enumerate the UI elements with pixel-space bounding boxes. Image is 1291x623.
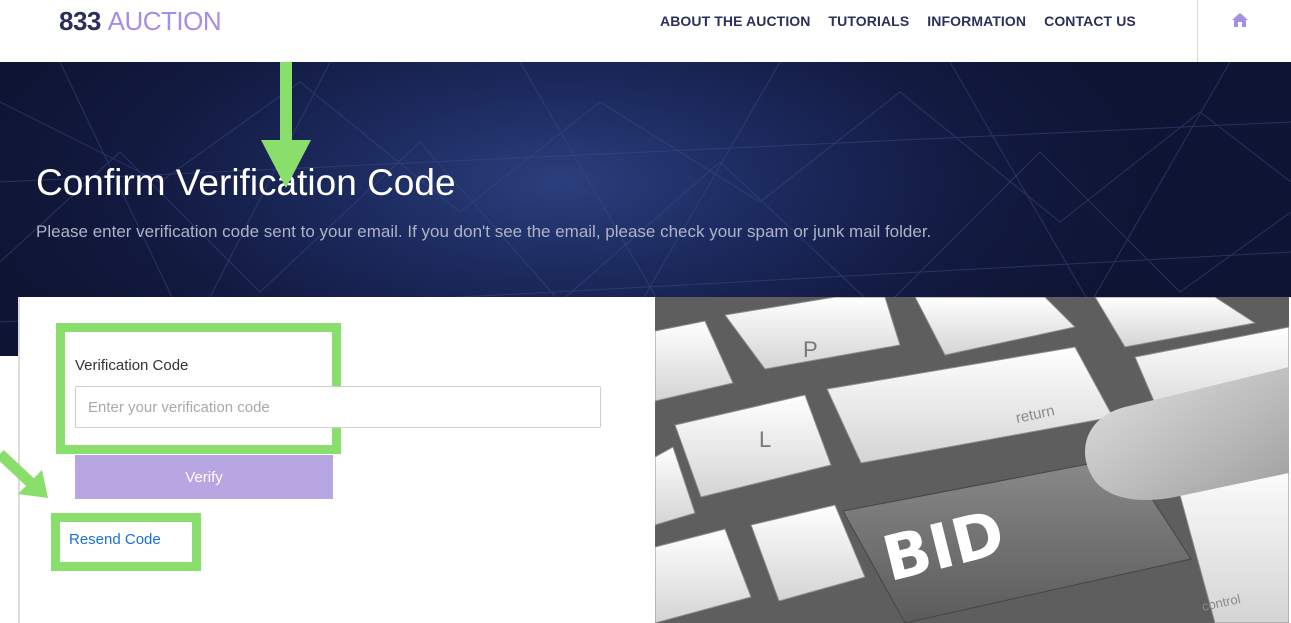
arrow-down-icon [261, 62, 311, 188]
home-icon[interactable] [1230, 10, 1250, 30]
nav-tutorials[interactable]: TUTORIALS [829, 13, 910, 29]
resend-code-link[interactable]: Resend Code [69, 531, 161, 548]
page-subtitle: Please enter verification code sent to y… [36, 222, 932, 241]
arrow-diagonal-icon [0, 449, 48, 498]
nav-contact[interactable]: CONTACT US [1044, 13, 1136, 29]
logo-number: 833 [59, 6, 101, 36]
nav-about[interactable]: ABOUT THE AUCTION [660, 13, 811, 29]
site-logo[interactable]: 833 AUCTION [59, 6, 222, 37]
key-letter-l: L [759, 427, 771, 452]
logo-word: AUCTION [107, 6, 222, 36]
site-header: 833 AUCTION ABOUT THE AUCTION TUTORIALS … [0, 0, 1291, 62]
page-title: Confirm Verification Code [36, 162, 456, 203]
verify-button[interactable]: Verify [75, 455, 333, 499]
verification-code-label: Verification Code [75, 357, 189, 374]
nav-divider [1197, 0, 1198, 62]
key-letter-p: P [803, 337, 818, 362]
keyboard-bid-image: P L return BID control [655, 297, 1289, 623]
nav-information[interactable]: INFORMATION [927, 13, 1026, 29]
main-nav: ABOUT THE AUCTION TUTORIALS INFORMATION … [660, 13, 1154, 29]
verification-code-input[interactable] [75, 386, 601, 428]
